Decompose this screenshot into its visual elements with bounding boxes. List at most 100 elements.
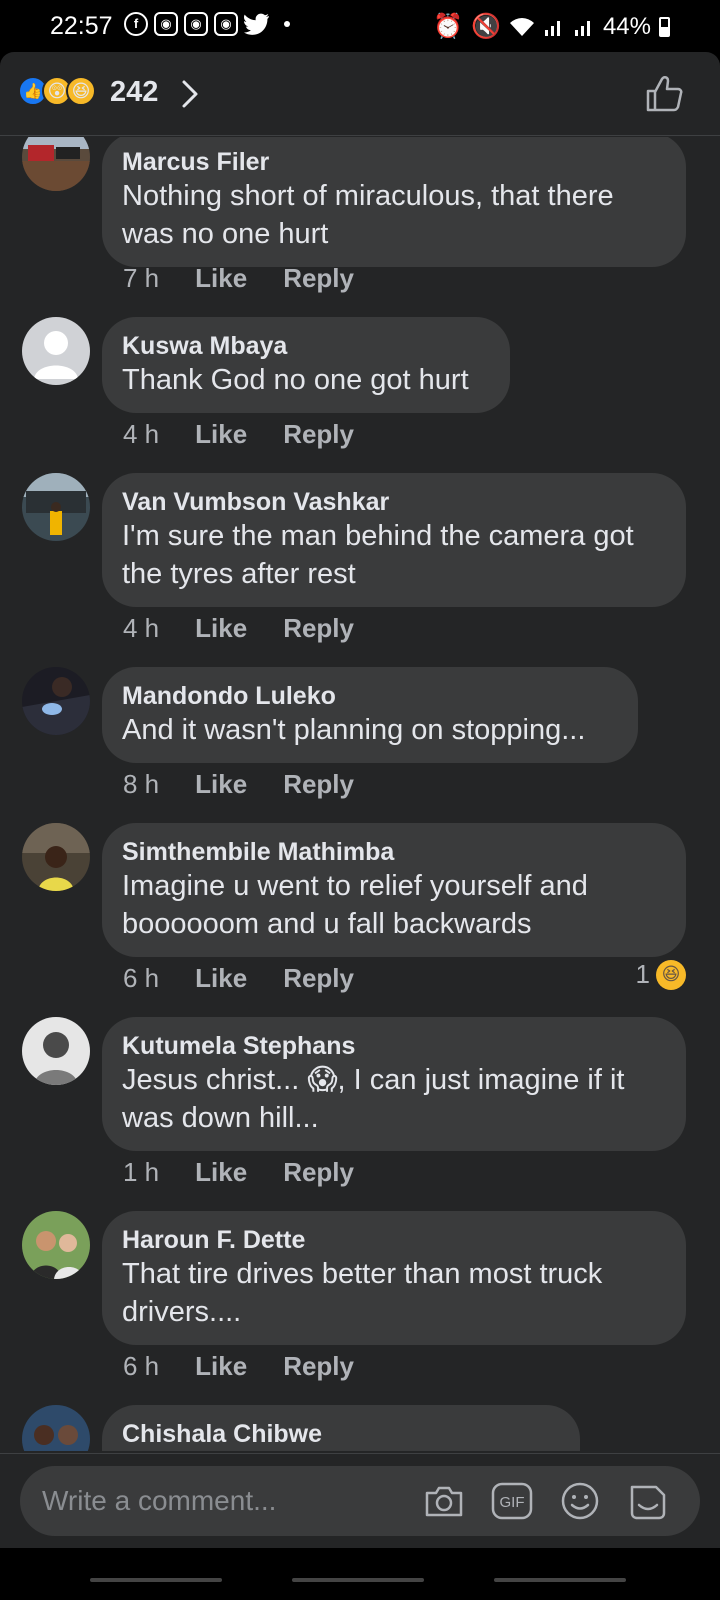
comment-author[interactable]: Haroun F. Dette [122, 1225, 666, 1255]
comment-bubble[interactable]: Haroun F. Dette That tire drives better … [102, 1211, 686, 1345]
comment-author[interactable]: Kutumela Stephans [122, 1031, 666, 1061]
camera-icon[interactable] [422, 1479, 466, 1523]
comment-time: 6 h [123, 963, 160, 993]
like-button[interactable]: Like [195, 419, 247, 450]
status-bar: 22:57 f ◉ ◉ ◉ ⏰ 🔇 44% [0, 0, 720, 52]
reply-button[interactable]: Reply [283, 963, 354, 994]
comment-actions: 7 h Like Reply [123, 263, 354, 294]
comment-text: was no one hurt [122, 218, 329, 250]
comment-time: 6 h [123, 1351, 160, 1381]
comment-bubble[interactable]: Kutumela Stephans Jesus christ... 😱, I c… [102, 1017, 686, 1151]
comment-bubble[interactable]: Kuswa Mbaya Thank God no one got hurt [102, 317, 510, 413]
like-button[interactable]: Like [195, 613, 247, 644]
app-icon: ◉ [214, 12, 238, 36]
reply-button[interactable]: Reply [283, 769, 354, 800]
avatar[interactable] [22, 137, 90, 191]
like-button-icon[interactable] [644, 74, 684, 114]
comment-text: Imagine u went to relief yourself and [122, 870, 588, 902]
comment-text: Nothing short of miraculous, that there [122, 180, 614, 212]
alarm-icon: ⏰ [433, 13, 464, 40]
comment-reaction-count[interactable]: 1 😆 [636, 959, 686, 990]
reply-button[interactable]: Reply [283, 1157, 354, 1188]
reply-button[interactable]: Reply [283, 1351, 354, 1382]
comment-bubble[interactable]: Simthembile Mathimba Imagine u went to r… [102, 823, 686, 957]
comment-actions: 6 h Like Reply [123, 963, 354, 994]
comment-bubble[interactable]: Chishala Chibwe [102, 1405, 580, 1451]
comment-bubble[interactable]: Marcus Filer Nothing short of miraculous… [102, 137, 686, 267]
signal-icon [544, 20, 560, 36]
battery-icon [659, 16, 670, 37]
comment-composer: GIF [0, 1453, 720, 1547]
avatar[interactable] [22, 473, 90, 541]
chevron-right-icon[interactable] [178, 78, 202, 110]
nav-recents-indicator[interactable] [90, 1578, 222, 1582]
comment-time: 4 h [123, 419, 160, 449]
comment-actions: 8 h Like Reply [123, 769, 354, 800]
mute-icon: 🔇 [471, 13, 501, 40]
system-nav-bar [0, 1548, 720, 1600]
comment-author[interactable]: Van Vumbson Vashkar [122, 487, 666, 517]
avatar[interactable] [22, 823, 90, 891]
reaction-count[interactable]: 242 [110, 76, 158, 109]
comment-author[interactable]: Marcus Filer [122, 147, 666, 177]
battery-percent: 44% [602, 12, 651, 40]
comment-time: 4 h [123, 613, 160, 643]
reply-button[interactable]: Reply [283, 613, 354, 644]
haha-reaction-icon: 😆 [656, 959, 686, 990]
comment-author[interactable]: Simthembile Mathimba [122, 837, 666, 867]
wifi-icon [509, 17, 534, 36]
nav-back-indicator[interactable] [494, 1578, 626, 1582]
comment-text: Jesus christ... 😱, I can just imagine if… [122, 1064, 625, 1096]
emoji-icon[interactable] [558, 1479, 602, 1523]
notification-icons: f ◉ ◉ ◉ [124, 12, 290, 36]
avatar[interactable] [22, 667, 90, 735]
comment-author[interactable]: Mandondo Luleko [122, 681, 618, 711]
avatar[interactable] [22, 1405, 90, 1451]
comment-author[interactable]: Chishala Chibwe [122, 1419, 560, 1449]
more-notifications-dot [284, 21, 290, 27]
gif-icon[interactable]: GIF [490, 1479, 534, 1523]
avatar[interactable] [22, 1017, 90, 1085]
comment-bubble[interactable]: Mandondo Luleko And it wasn't planning o… [102, 667, 638, 763]
comments-sheet: 👍 😲 😆 242 Marcus Filer Nothing short of … [0, 52, 720, 1600]
comment-text: I'm sure the man behind the camera got [122, 520, 634, 552]
signal-icon [574, 20, 590, 36]
like-button[interactable]: Like [195, 1351, 247, 1382]
like-button[interactable]: Like [195, 1157, 247, 1188]
comment-text: the tyres after rest [122, 558, 356, 590]
comment-time: 8 h [123, 769, 160, 799]
app-icon: ◉ [184, 12, 208, 36]
comment-author[interactable]: Kuswa Mbaya [122, 331, 490, 361]
comment-actions: 1 h Like Reply [123, 1157, 354, 1188]
comment-text: drivers.... [122, 1296, 242, 1328]
comment-input-container[interactable]: GIF [20, 1466, 700, 1536]
comments-list: Marcus Filer Nothing short of miraculous… [0, 137, 720, 1451]
like-button[interactable]: Like [195, 263, 247, 294]
twitter-icon [244, 13, 269, 35]
comment-text: And it wasn't planning on stopping... [122, 714, 586, 746]
comment-text: That tire drives better than most truck [122, 1258, 603, 1290]
avatar[interactable] [22, 1211, 90, 1279]
like-button[interactable]: Like [195, 963, 247, 994]
comment-bubble[interactable]: Van Vumbson Vashkar I'm sure the man beh… [102, 473, 686, 607]
comment-time: 7 h [123, 263, 160, 293]
comment-text: Thank God no one got hurt [122, 364, 469, 396]
sticker-icon[interactable] [626, 1479, 670, 1523]
gif-label: GIF [500, 1494, 525, 1511]
comment-text: boooooom and u fall backwards [122, 908, 532, 940]
app-icon: ◉ [154, 12, 178, 36]
like-button[interactable]: Like [195, 769, 247, 800]
comment-input[interactable] [42, 1476, 412, 1526]
comment-text: was down hill... [122, 1102, 319, 1134]
comment-actions: 4 h Like Reply [123, 613, 354, 644]
reply-button[interactable]: Reply [283, 263, 354, 294]
avatar[interactable] [22, 317, 90, 385]
nav-home-indicator[interactable] [292, 1578, 424, 1582]
facebook-icon: f [124, 12, 148, 36]
comment-actions: 4 h Like Reply [123, 419, 354, 450]
comment-time: 1 h [123, 1157, 160, 1187]
comment-actions: 6 h Like Reply [123, 1351, 354, 1382]
reactions-summary[interactable]: 👍 😲 😆 [18, 76, 96, 106]
status-time: 22:57 [50, 12, 113, 40]
reply-button[interactable]: Reply [283, 419, 354, 450]
